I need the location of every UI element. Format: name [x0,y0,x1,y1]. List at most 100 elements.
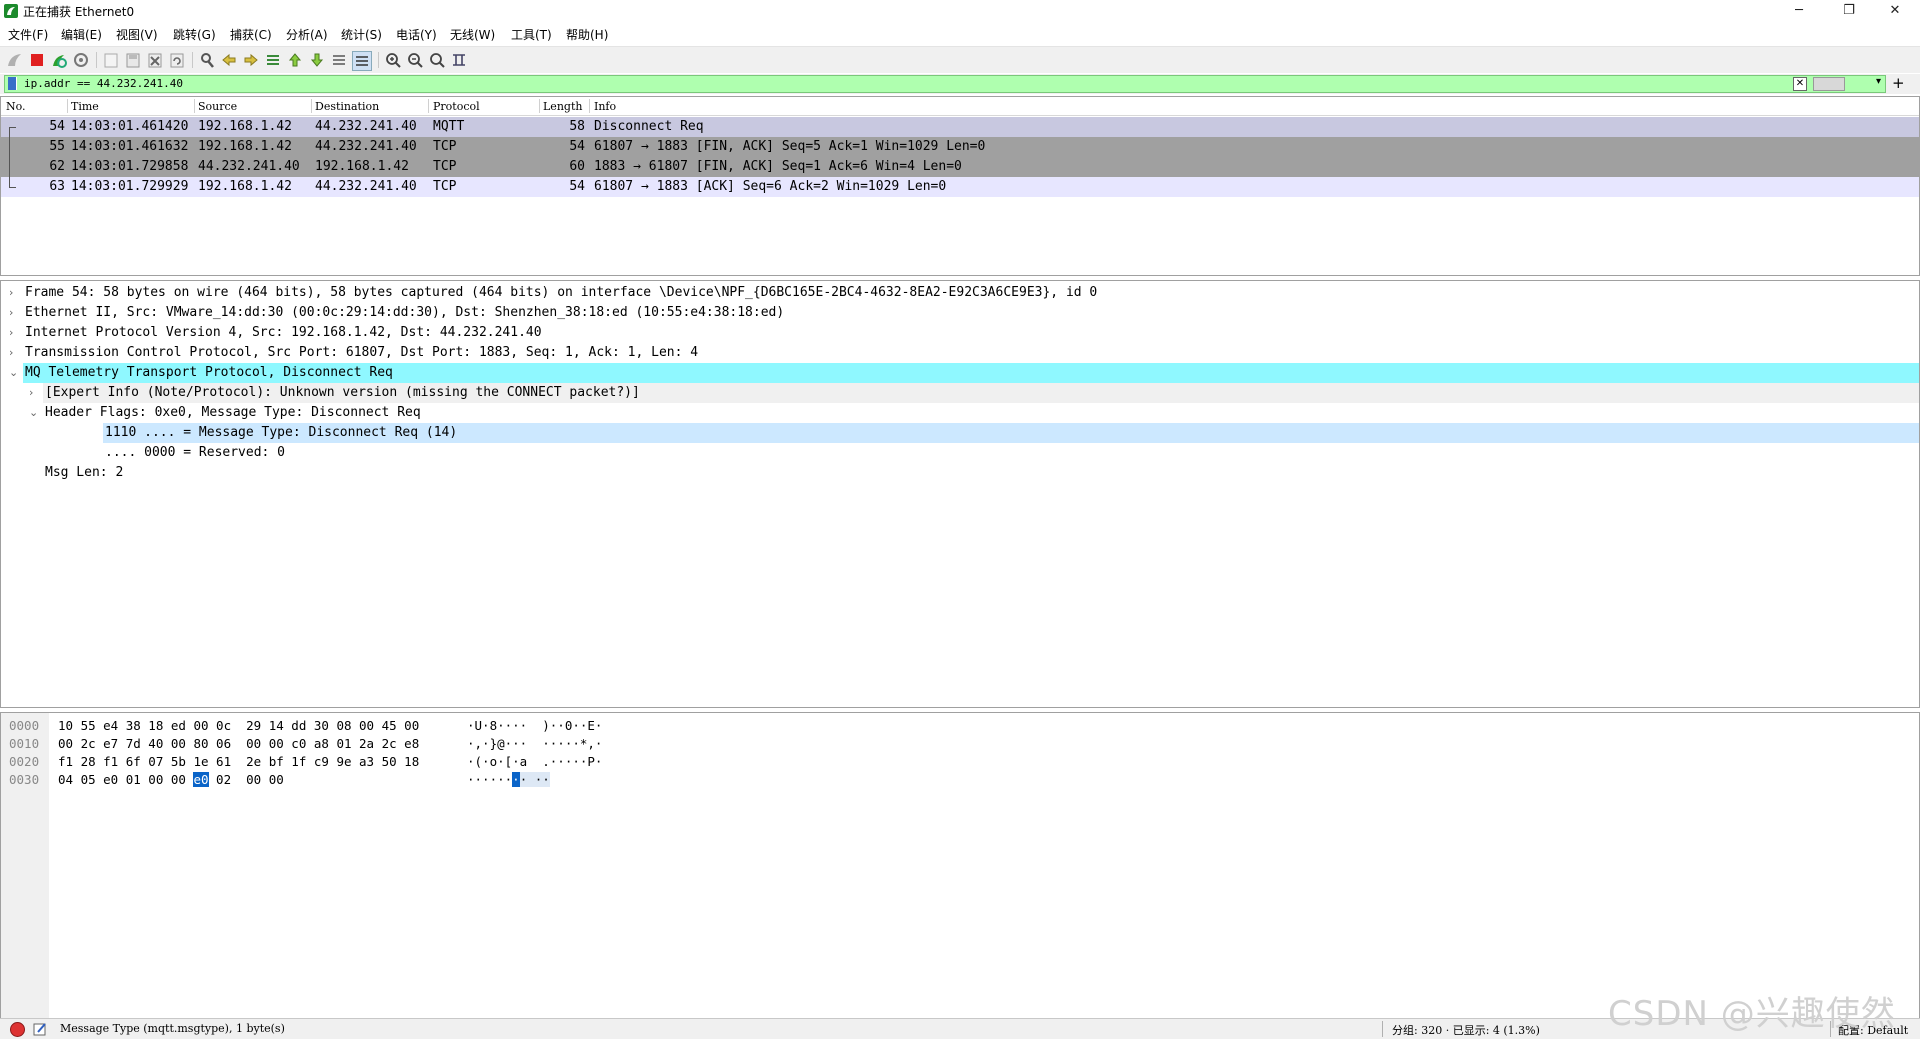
packet-row[interactable]: 55 14:03:01.461632 192.168.1.42 44.232.241.… [1,137,1919,157]
zoom-out-icon[interactable] [406,51,424,69]
packet-cell-info: 1883 → 61807 [FIN, ACK] Seq=1 Ack=6 Win=… [594,159,962,174]
detail-text: Internet Protocol Version 4, Src: 192.16… [25,325,542,340]
collapse-arrow-icon[interactable]: ⌄ [9,363,18,383]
go-first-icon[interactable] [286,51,304,69]
packet-bytes-pane[interactable]: 0000 10 55 e4 38 18 ed 00 0c 29 14 dd 30 … [0,712,1920,1020]
close-file-icon[interactable] [146,51,164,69]
menu-file[interactable]: 文件(F) [8,26,48,43]
packet-cell-dst: 44.232.241.40 [315,119,417,134]
resize-columns-icon[interactable] [450,51,468,69]
detail-row-background [43,463,1919,483]
capture-options-icon[interactable] [72,51,90,69]
byte-hex-segment[interactable]: 04 05 e0 01 00 00 [58,772,193,787]
packet-cell-src: 44.232.241.40 [198,159,300,174]
byte-ascii[interactable]: ········ ·· [467,771,550,789]
column-info[interactable]: Info [594,100,616,113]
column-destination[interactable]: Destination [315,100,379,113]
menu-wireless[interactable]: 无线(W) [450,26,495,43]
menu-edit[interactable]: 编辑(E) [61,26,102,43]
byte-hex[interactable]: 04 05 e0 01 00 00 e0 02 00 00 [58,771,284,789]
menu-analyze[interactable]: 分析(A) [286,26,328,43]
go-last-icon[interactable] [308,51,326,69]
auto-scroll-icon[interactable] [330,51,348,69]
menu-tools[interactable]: 工具(T) [511,26,552,43]
packet-details-tree[interactable]: › Frame 54: 58 bytes on wire (464 bits), … [0,280,1920,708]
restore-button[interactable]: ❐ [1826,0,1872,22]
detail-tree-item[interactable]: ⌄ MQ Telemetry Transport Protocol, Discon… [1,363,1919,383]
save-file-icon[interactable] [124,51,142,69]
minimize-button[interactable]: ─ [1776,0,1822,22]
apply-filter-button[interactable] [1813,77,1845,91]
byte-hex-segment[interactable]: 02 00 00 [209,772,284,787]
packet-list[interactable]: No. Time Source Destination Protocol Len… [0,96,1920,276]
detail-tree-item[interactable]: › Internet Protocol Version 4, Src: 192.1… [1,323,1919,343]
selected-byte-ascii[interactable]: · [512,772,520,787]
shark-fin-start-icon[interactable] [6,51,24,69]
byte-ascii[interactable]: ·U·8···· )··0··E· [467,717,602,735]
detail-tree-item[interactable]: › [Expert Info (Note/Protocol): Unknown v… [1,383,1919,403]
edit-comment-icon[interactable] [32,1021,48,1037]
filter-text[interactable]: ip.addr == 44.232.241.40 [24,77,183,90]
add-filter-button[interactable]: + [1892,74,1905,92]
status-packet-count: 分组: 320 · 已显示: 4 (1.3%) [1392,1024,1540,1037]
clear-filter-icon[interactable]: ✕ [1793,77,1807,91]
filter-history-dropdown-icon[interactable]: ▾ [1876,76,1881,87]
byte-ascii[interactable]: ·,·}@··· ·····*,· [467,735,602,753]
expand-arrow-icon[interactable]: › [9,343,13,363]
restart-icon[interactable] [50,51,68,69]
byte-hex[interactable]: 00 2c e7 7d 40 00 80 06 00 00 c0 a8 01 2… [58,735,419,753]
column-time[interactable]: Time [71,100,99,113]
menu-capture[interactable]: 捕获(C) [230,26,272,43]
go-back-icon[interactable] [220,51,238,69]
column-source[interactable]: Source [198,100,237,113]
zoom-normal-icon[interactable] [428,51,446,69]
detail-text: Transmission Control Protocol, Src Port:… [25,345,699,360]
detail-tree-item[interactable]: › Frame 54: 58 bytes on wire (464 bits), … [1,283,1919,303]
go-to-packet-icon[interactable] [264,51,282,69]
menu-help[interactable]: 帮助(H) [566,26,608,43]
open-file-icon[interactable] [102,51,120,69]
close-button[interactable]: ✕ [1872,0,1918,22]
detail-tree-item[interactable]: › Ethernet II, Src: VMware_14:dd:30 (00:0… [1,303,1919,323]
byte-hex[interactable]: 10 55 e4 38 18 ed 00 0c 29 14 dd 30 08 0… [58,717,419,735]
bookmark-icon[interactable] [8,77,17,90]
go-forward-icon[interactable] [242,51,260,69]
detail-tree-item[interactable]: ⌄ Header Flags: 0xe0, Message Type: Disco… [1,403,1919,423]
expand-arrow-icon[interactable]: › [29,383,33,403]
menu-go[interactable]: 跳转(G) [173,26,216,43]
menu-statistics[interactable]: 统计(S) [341,26,382,43]
conversation-bracket [9,157,16,177]
selected-byte-hex[interactable]: e0 [193,772,209,787]
zoom-in-icon[interactable] [384,51,402,69]
detail-text: 1110 .... = Message Type: Disconnect Req… [105,425,458,440]
collapse-arrow-icon[interactable]: ⌄ [29,403,38,423]
menu-view[interactable]: 视图(V) [116,26,158,43]
detail-tree-item[interactable]: .... 0000 = Reserved: 0 [1,443,1919,463]
packet-row[interactable]: 54 14:03:01.461420 192.168.1.42 44.232.241.… [1,117,1919,138]
expand-arrow-icon[interactable]: › [9,323,13,343]
detail-tree-item[interactable]: › Transmission Control Protocol, Src Port… [1,343,1919,363]
packet-row[interactable]: 62 14:03:01.729858 44.232.241.40 192.168.1.… [1,157,1919,177]
byte-ascii-segment[interactable]: · ·· [519,772,550,787]
expand-arrow-icon[interactable]: › [9,303,13,323]
colorize-icon[interactable] [352,51,372,71]
packet-cell-dst: 44.232.241.40 [315,139,417,154]
detail-tree-item[interactable]: Msg Len: 2 [1,463,1919,483]
display-filter-input[interactable]: ip.addr == 44.232.241.40 ✕ ▾ [4,75,1886,93]
column-no[interactable]: No. [6,100,26,113]
find-icon[interactable] [198,51,216,69]
capture-running-icon[interactable] [10,1022,25,1037]
packet-row[interactable]: 63 14:03:01.729929 192.168.1.42 44.232.241.… [1,177,1919,197]
byte-ascii-segment[interactable]: ······ [467,772,512,787]
stop-icon[interactable] [28,51,46,69]
byte-ascii[interactable]: ·(·o·[·a .·····P· [467,753,602,771]
reload-icon[interactable] [168,51,186,69]
byte-hex[interactable]: f1 28 f1 6f 07 5b 1e 61 2e bf 1f c9 9e a… [58,753,419,771]
column-length[interactable]: Length [543,100,582,113]
detail-tree-item[interactable]: 1110 .... = Message Type: Disconnect Req… [1,423,1919,443]
column-protocol[interactable]: Protocol [433,100,480,113]
byte-row: 0020 f1 28 f1 6f 07 5b 1e 61 2e bf 1f c9 … [1,753,901,771]
menu-telephony[interactable]: 电话(Y) [396,26,437,43]
watermark: CSDN @兴趣使然 [1608,994,1896,1034]
expand-arrow-icon[interactable]: › [9,283,13,303]
